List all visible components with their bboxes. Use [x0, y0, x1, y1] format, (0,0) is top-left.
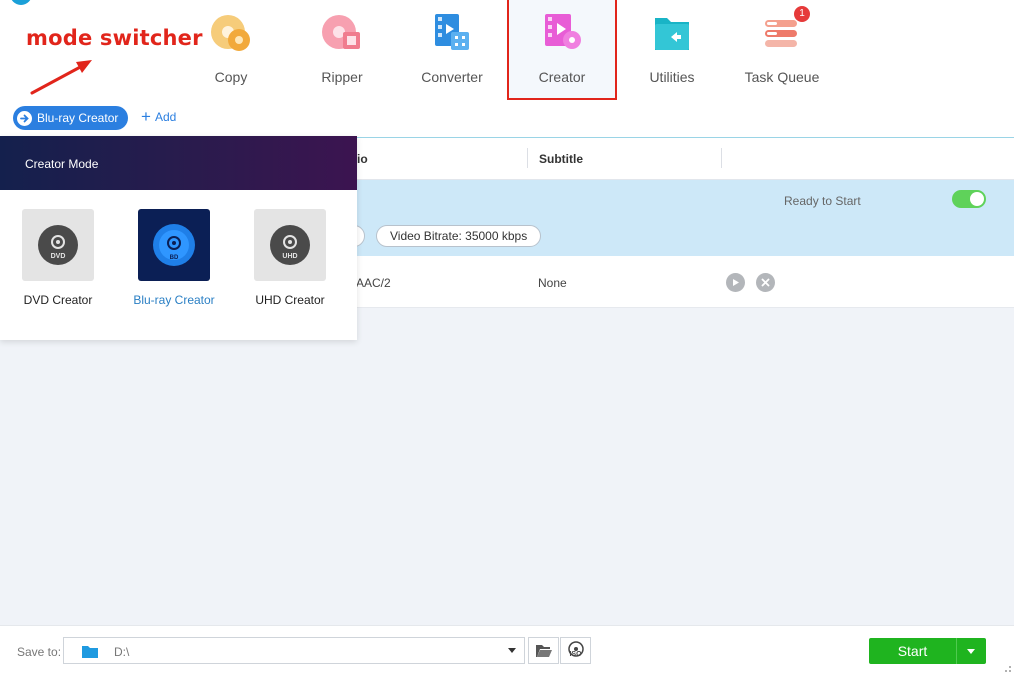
column-header-audio: io	[357, 152, 368, 166]
toggle-knob	[970, 192, 984, 206]
ripper-disc-icon	[322, 15, 360, 49]
mode-bluray-creator[interactable]: BD Blu-ray Creator	[116, 209, 232, 307]
resize-grip-icon[interactable]	[1002, 663, 1012, 673]
nav-task-queue[interactable]: 1 Task Queue	[727, 0, 837, 100]
nav-utilities[interactable]: Utilities	[617, 0, 727, 100]
utilities-folder-icon	[655, 18, 689, 50]
converter-film-icon	[435, 14, 469, 50]
svg-text:UHD: UHD	[282, 253, 297, 260]
annotation-arrow-icon	[30, 60, 92, 95]
video-bitrate-chip[interactable]: Video Bitrate: 35000 kbps	[376, 225, 542, 247]
output-path-value: D:\	[114, 645, 130, 659]
task-queue-badge: 1	[794, 6, 810, 22]
plus-icon: +	[141, 107, 151, 126]
start-button[interactable]: Start	[869, 638, 956, 664]
nav-copy-label: Copy	[214, 69, 248, 85]
remove-button[interactable]	[756, 273, 775, 292]
mode-uhd-label: UHD Creator	[255, 293, 325, 307]
bottom-bar: Save to: D:\ ISO Start	[0, 625, 1014, 675]
svg-text:DVD: DVD	[51, 253, 66, 260]
folder-icon	[82, 646, 98, 658]
play-icon	[733, 279, 739, 286]
top-toolbar: mode switcher Copy Ripper Converter Crea…	[0, 0, 1014, 137]
column-header-subtitle: Subtitle	[539, 152, 583, 166]
mode-bluray-label: Blu-ray Creator	[133, 293, 215, 307]
chevron-down-icon	[508, 648, 516, 653]
nav-creator[interactable]: Creator	[507, 0, 617, 100]
uhd-disc-icon: UHD	[254, 209, 326, 281]
open-folder-icon	[535, 645, 552, 657]
nav-ripper[interactable]: Ripper	[287, 0, 397, 100]
browse-folder-button[interactable]	[528, 637, 559, 664]
creator-film-icon	[545, 14, 581, 49]
start-options-dropdown[interactable]	[957, 638, 986, 664]
nav-ripper-label: Ripper	[321, 69, 363, 85]
start-button-group: Start	[869, 638, 986, 664]
dvd-disc-icon: DVD	[22, 209, 94, 281]
creator-mode-title: Creator Mode	[0, 136, 357, 190]
column-divider	[721, 148, 722, 168]
svg-text:BD: BD	[170, 255, 179, 261]
nav-task-queue-label: Task Queue	[744, 69, 820, 85]
mode-dvd-label: DVD Creator	[23, 293, 93, 307]
mode-uhd-creator[interactable]: UHD UHD Creator	[232, 209, 348, 307]
save-to-label: Save to:	[17, 645, 62, 659]
column-divider	[527, 148, 528, 168]
nav-converter[interactable]: Converter	[397, 0, 507, 100]
nav-copy[interactable]: Copy	[176, 0, 286, 100]
task-enable-toggle[interactable]	[952, 190, 986, 208]
subtitle-value: None	[538, 276, 567, 290]
app-logo-icon	[10, 0, 32, 5]
mode-dvd-creator[interactable]: DVD DVD Creator	[0, 209, 116, 307]
save-as-iso-button[interactable]: ISO	[560, 637, 591, 664]
nav-creator-label: Creator	[538, 69, 586, 85]
add-button[interactable]: + Add	[141, 107, 177, 126]
output-path-select[interactable]: D:\	[63, 637, 525, 664]
iso-disc-icon	[568, 641, 584, 657]
arrow-right-circle-icon	[17, 110, 32, 126]
copy-disc-icon	[211, 15, 250, 51]
bluray-disc-icon: BD	[138, 209, 210, 281]
play-button[interactable]	[726, 273, 745, 292]
creator-mode-dropdown: Creator Mode DVD DVD Creator BD Blu-ray …	[0, 136, 357, 340]
mode-switcher-button[interactable]: Blu-ray Creator	[13, 106, 129, 130]
nav-utilities-label: Utilities	[649, 69, 695, 85]
nav-converter-label: Converter	[421, 69, 483, 85]
audio-track-value: AAC/2	[356, 276, 391, 290]
add-label: Add	[154, 110, 177, 124]
mode-switcher-label: Blu-ray Creator	[37, 111, 119, 125]
close-icon	[761, 278, 770, 287]
task-status: Ready to Start	[784, 194, 861, 208]
